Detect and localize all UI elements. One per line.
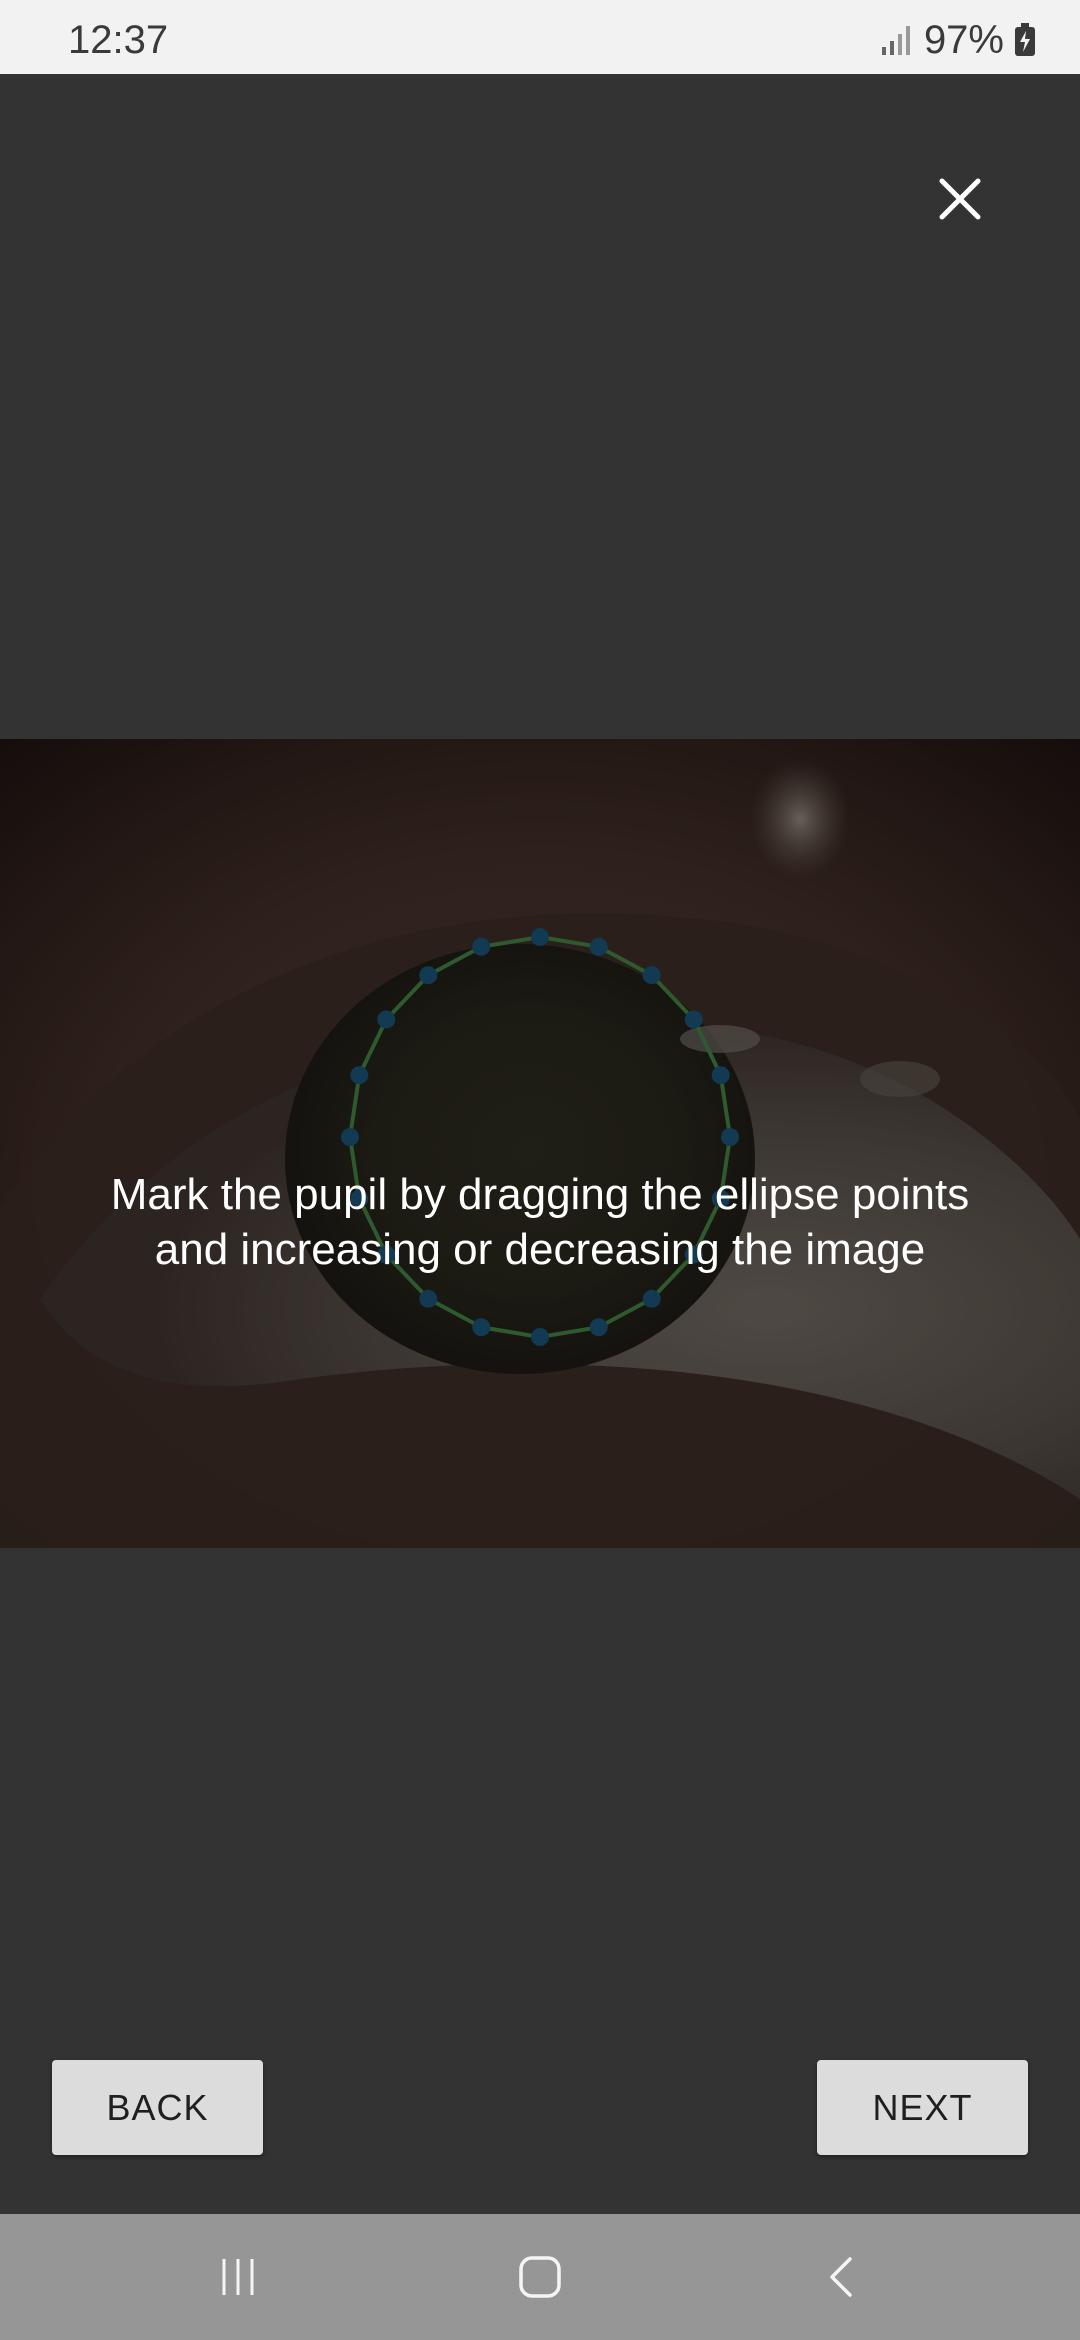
- ellipse-point[interactable]: [642, 966, 661, 985]
- ellipse-point[interactable]: [341, 1128, 359, 1146]
- ellipse-point[interactable]: [377, 1010, 396, 1029]
- home-button[interactable]: [500, 2242, 580, 2312]
- battery-charging-icon: [1014, 23, 1036, 57]
- ellipse-point[interactable]: [472, 937, 491, 956]
- close-icon: [939, 178, 981, 220]
- recents-button[interactable]: [198, 2242, 278, 2312]
- signal-icon: [880, 23, 914, 57]
- next-button[interactable]: NEXT: [817, 2060, 1028, 2155]
- home-icon: [519, 2256, 561, 2298]
- ellipse-point[interactable]: [684, 1010, 703, 1029]
- pupil-marking-screen: Mark the pupil by dragging the ellipse p…: [0, 74, 1080, 2214]
- ellipse-point[interactable]: [589, 1318, 608, 1337]
- ellipse-point[interactable]: [350, 1066, 369, 1085]
- instruction-text: Mark the pupil by dragging the ellipse p…: [110, 1170, 970, 1274]
- ellipse-point[interactable]: [721, 1128, 739, 1146]
- ellipse-point[interactable]: [531, 928, 549, 946]
- navigation-bar: [0, 2214, 1080, 2340]
- back-nav-button[interactable]: [802, 2242, 882, 2312]
- ellipse-point[interactable]: [711, 1066, 730, 1085]
- status-bar: 12:37 97%: [0, 0, 1080, 74]
- eye-image[interactable]: Mark the pupil by dragging the ellipse p…: [0, 739, 1080, 1548]
- ellipse-point[interactable]: [472, 1318, 491, 1337]
- recents-icon: [222, 2259, 254, 2295]
- ellipse-point[interactable]: [642, 1289, 661, 1308]
- ellipse-point[interactable]: [531, 1328, 549, 1346]
- ellipse-point[interactable]: [419, 966, 438, 985]
- close-button[interactable]: [910, 149, 1010, 249]
- status-indicators: 97%: [880, 20, 1036, 60]
- back-button[interactable]: BACK: [52, 2060, 263, 2155]
- status-time: 12:37: [68, 18, 169, 62]
- ellipse-point[interactable]: [419, 1289, 438, 1308]
- back-icon: [830, 2257, 852, 2297]
- battery-percent: 97%: [923, 18, 1004, 62]
- ellipse-point[interactable]: [589, 937, 608, 956]
